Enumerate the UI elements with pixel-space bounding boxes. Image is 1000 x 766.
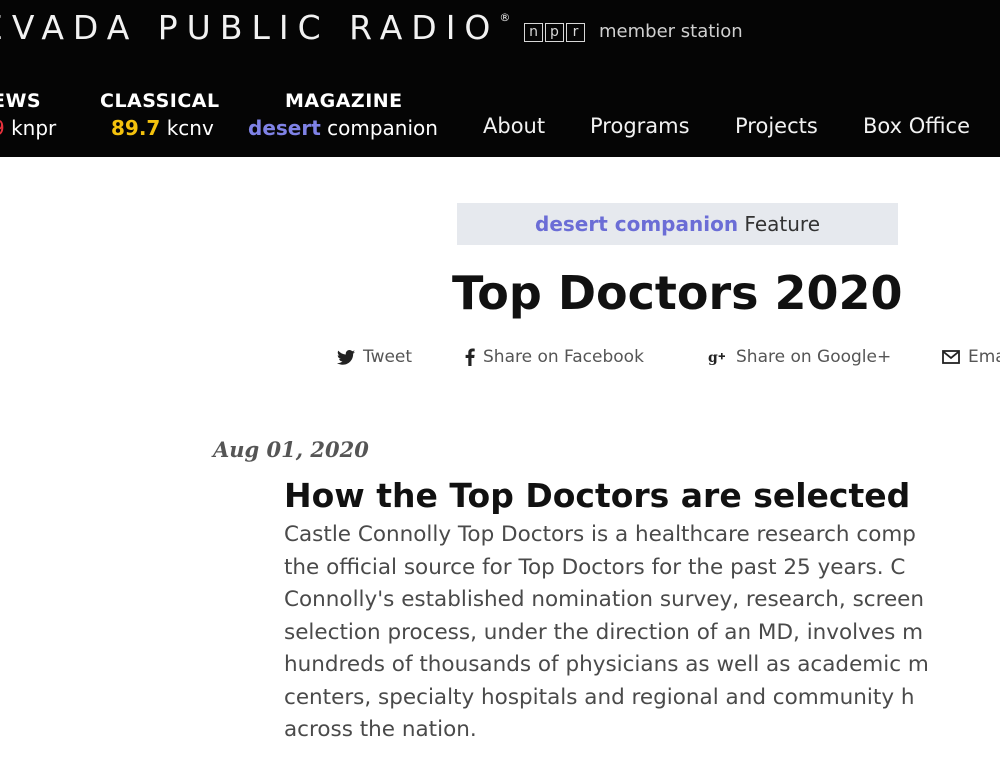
npr-letter-r: r [566, 23, 585, 42]
share-google-label: Share on Google+ [736, 347, 892, 367]
svg-text:g: g [708, 350, 718, 365]
feature-brand: desert companion [535, 212, 739, 236]
nav-magazine-kicker: MAGAZINE [285, 90, 403, 112]
share-email-button[interactable]: Ema [942, 347, 1000, 367]
nav-news-station: 9 knpr [0, 113, 56, 143]
body-line: across the nation. [284, 717, 477, 742]
nav-classical[interactable]: CLASSICAL 89.7 kcnv [100, 89, 220, 143]
nav-classical-freq: 89.7 [111, 116, 161, 140]
npr-logo[interactable]: n p r [524, 23, 585, 45]
body-line: Castle Connolly Top Doctors is a healthc… [284, 522, 916, 547]
nav-box-office[interactable]: Box Office [863, 114, 970, 138]
feature-label[interactable]: desert companion Feature [457, 203, 898, 245]
share-google-button[interactable]: g Share on Google+ [708, 347, 891, 367]
body-line: the official source for Top Doctors for … [284, 554, 906, 580]
email-icon [942, 350, 960, 364]
body-line: selection process, under the direction o… [284, 619, 924, 645]
nav-news-call: knpr [11, 116, 57, 140]
member-station-label: member station [599, 21, 743, 42]
nav-magazine-brand-word: desert [248, 116, 321, 140]
station-name: EVADA PUBLIC RADIO [0, 8, 500, 47]
nav-news[interactable]: EWS 9 knpr [0, 89, 56, 143]
facebook-icon [465, 348, 475, 366]
npr-letter-p: p [545, 23, 564, 42]
site-header: EVADA PUBLIC RADIO® n p r member station… [0, 0, 1000, 157]
google-plus-icon: g [708, 350, 725, 365]
nav-magazine-brand-rest: companion [327, 116, 438, 140]
nav-programs[interactable]: Programs [590, 114, 690, 138]
page-title: Top Doctors 2020 [452, 266, 903, 320]
share-email-label: Ema [968, 347, 1000, 367]
npr-letter-n: n [524, 23, 543, 42]
body-line: Connolly's established nomination survey… [284, 587, 925, 612]
nav-news-kicker: EWS [0, 90, 42, 112]
nav-news-freq: 9 [0, 116, 5, 140]
body-line: centers, specialty hospitals and regiona… [284, 684, 915, 710]
nav-projects[interactable]: Projects [735, 114, 818, 138]
tweet-label: Tweet [363, 347, 413, 367]
station-logo[interactable]: EVADA PUBLIC RADIO® [0, 8, 510, 47]
article-body: Castle Connolly Top Doctors is a healthc… [284, 519, 1000, 747]
body-line: hundreds of thousands of physicians as w… [284, 652, 929, 677]
twitter-icon [337, 349, 355, 365]
registered-mark: ® [499, 11, 511, 24]
share-facebook-label: Share on Facebook [483, 347, 644, 367]
nav-about[interactable]: About [483, 114, 545, 138]
tweet-button[interactable]: Tweet [337, 347, 412, 367]
nav-magazine-brand: desert companion [248, 113, 438, 143]
feature-type: Feature [744, 212, 820, 236]
nav-classical-call: kcnv [166, 116, 214, 140]
nav-magazine[interactable]: MAGAZINE desert companion [248, 89, 438, 143]
nav-classical-kicker: CLASSICAL [100, 90, 220, 112]
share-facebook-button[interactable]: Share on Facebook [465, 347, 644, 367]
nav-classical-station: 89.7 kcnv [100, 113, 220, 143]
publish-date: Aug 01, 2020 [213, 437, 369, 462]
section-heading: How the Top Doctors are selected [284, 476, 911, 515]
page: EVADA PUBLIC RADIO® n p r member station… [0, 0, 1000, 766]
